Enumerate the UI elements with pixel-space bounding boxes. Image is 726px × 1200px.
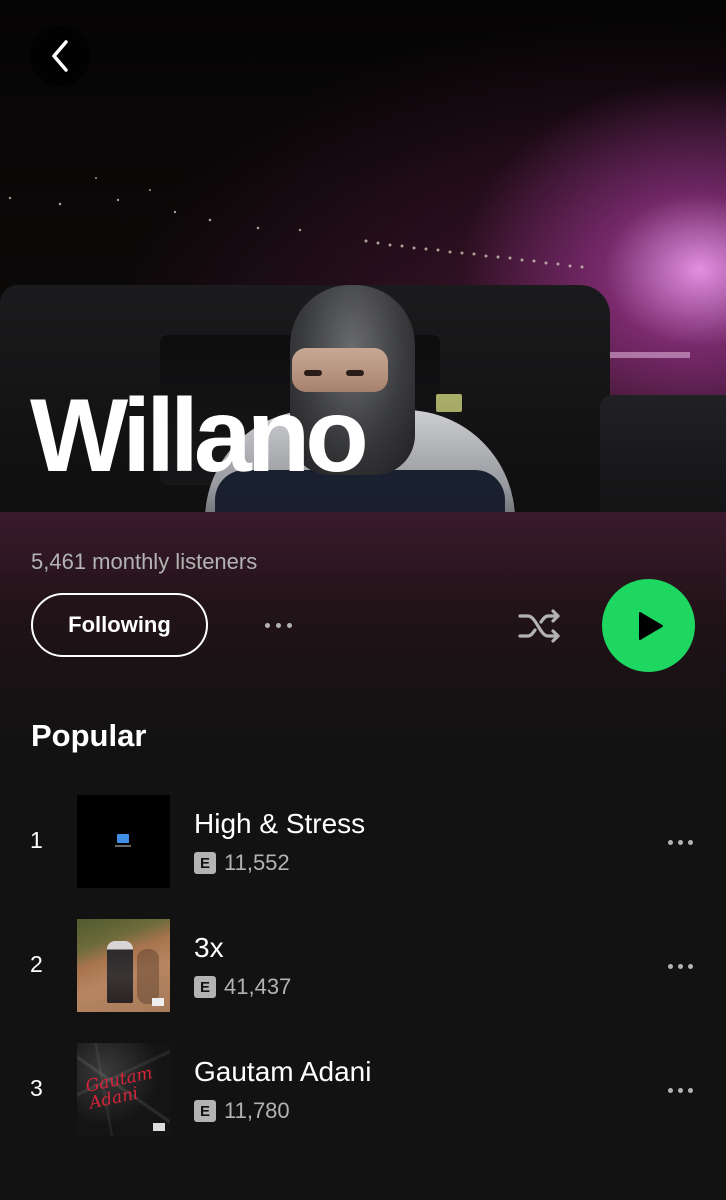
track-meta: E 11,552: [194, 850, 290, 876]
dot: [667, 839, 673, 845]
back-button[interactable]: [30, 26, 90, 86]
dot: [667, 963, 673, 969]
dot: [677, 963, 683, 969]
advisory-label: [152, 998, 164, 1006]
track-row[interactable]: 1 High & Stress E 11,552: [0, 795, 726, 889]
explicit-badge: E: [194, 976, 216, 998]
track-title: 3x: [194, 932, 224, 963]
eye-left: [304, 370, 322, 376]
play-icon: [638, 611, 663, 640]
play-button[interactable]: [602, 579, 695, 672]
track-meta: E 41,437: [194, 974, 291, 1000]
artist-page: Willano 5,461 monthly listeners Followin…: [0, 0, 726, 1200]
track-row[interactable]: 3 Gautam Adani Gautam Adani E 11,780: [0, 1043, 726, 1137]
following-button[interactable]: Following: [31, 593, 208, 657]
album-art: [77, 795, 170, 888]
track-meta: E 11,780: [194, 1098, 290, 1124]
artist-name: Willano: [30, 378, 369, 494]
dot: [264, 622, 270, 628]
monthly-listeners: 5,461 monthly listeners: [31, 549, 258, 574]
chevron-left-icon: [52, 40, 68, 72]
track-title: High & Stress: [194, 808, 366, 839]
track-more-button[interactable]: [660, 1070, 700, 1110]
track-rank: 3: [30, 1075, 43, 1101]
play-count: 11,780: [224, 1098, 290, 1123]
track-rank: 1: [30, 827, 43, 853]
track-rank: 2: [30, 951, 43, 977]
explicit-badge: E: [194, 852, 216, 874]
folder-icon: [117, 834, 129, 843]
track-more-button[interactable]: [660, 946, 700, 986]
dot: [677, 839, 683, 845]
dot: [677, 1087, 683, 1093]
shuffle-icon: [518, 609, 560, 643]
shuffle-button[interactable]: [512, 600, 568, 652]
track-row[interactable]: 2 3x E 41,437: [0, 919, 726, 1013]
art-shadow: [137, 949, 159, 1004]
art-figure: [107, 941, 133, 1003]
album-art: Gautam Adani: [77, 1043, 170, 1136]
eye-right: [346, 370, 364, 376]
play-count: 11,552: [224, 850, 290, 875]
advisory-label: [153, 1123, 165, 1131]
popular-heading: Popular: [31, 718, 147, 753]
dot: [667, 1087, 673, 1093]
more-options-button[interactable]: [248, 605, 308, 645]
dot: [286, 622, 292, 628]
dot: [275, 622, 281, 628]
play-count: 41,437: [224, 974, 292, 999]
explicit-badge: E: [194, 1100, 216, 1122]
dot: [687, 839, 693, 845]
track-title: Gautam Adani: [194, 1056, 372, 1087]
track-more-button[interactable]: [660, 822, 700, 862]
album-art: [77, 919, 170, 1012]
dot: [687, 1087, 693, 1093]
folder-label: [115, 845, 131, 847]
dot: [687, 963, 693, 969]
